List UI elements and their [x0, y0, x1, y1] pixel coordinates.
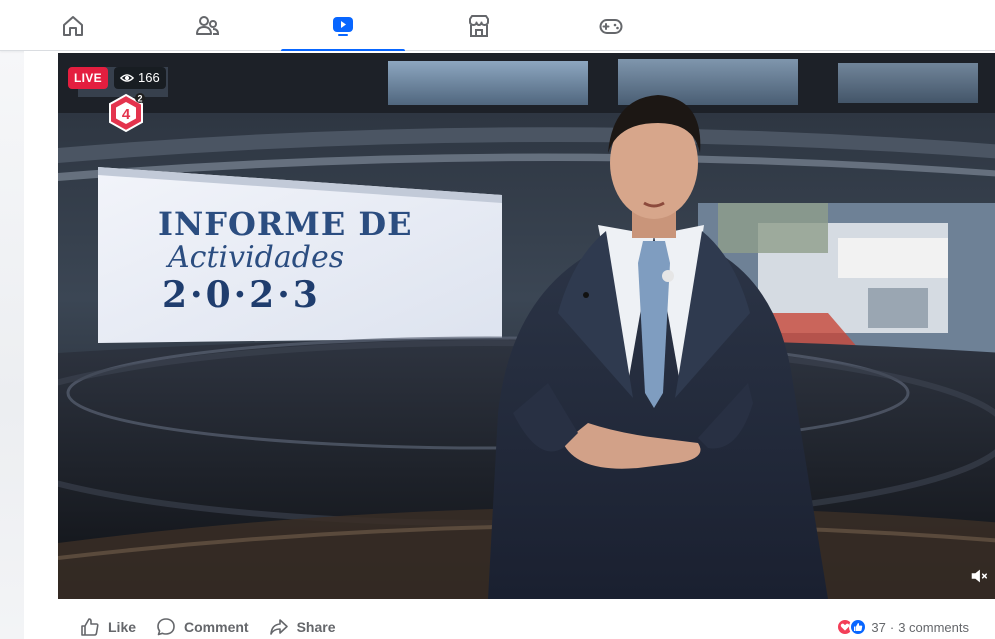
post-actions: Like Comment Share	[80, 614, 336, 639]
channel-logo-number: 4	[122, 106, 131, 123]
tab-gaming[interactable]	[549, 0, 673, 51]
gaming-icon	[599, 18, 623, 34]
home-icon	[63, 15, 83, 36]
comments-count-link[interactable]: 3 comments	[898, 620, 969, 635]
viewer-count-value: 166	[138, 70, 160, 85]
top-navigation	[0, 0, 995, 52]
viewer-count: 166	[114, 67, 166, 89]
tab-home[interactable]	[11, 0, 135, 51]
reaction-count: 37	[871, 619, 886, 635]
friends-icon	[196, 15, 220, 35]
screen-year-text: 2·0·2·3	[162, 274, 321, 316]
speaker-muted-icon	[971, 569, 987, 583]
tab-video[interactable]	[281, 0, 405, 52]
tab-friends[interactable]	[145, 0, 269, 51]
like-button[interactable]: Like	[80, 617, 136, 637]
screen-title-text: INFORME DE	[158, 205, 413, 243]
video-icon	[333, 16, 353, 36]
mute-button[interactable]	[968, 565, 990, 587]
channel-logo: 4 2	[109, 93, 145, 133]
comment-button[interactable]: Comment	[156, 617, 249, 637]
share-label: Share	[296, 619, 336, 635]
comment-icon	[157, 618, 175, 636]
video-player[interactable]: INFORME DE Actividades 2·0·2·3 LIVE 166 …	[58, 53, 995, 599]
reaction-icons	[836, 618, 868, 636]
video-post: INFORME DE Actividades 2·0·2·3 LIVE 166 …	[24, 51, 995, 639]
screen-script-text: Actividades	[165, 240, 344, 275]
channel-logo-subscript: 2	[137, 94, 142, 104]
comment-label: Comment	[184, 619, 249, 635]
reaction-separator: ·	[889, 619, 895, 635]
video-frame: INFORME DE Actividades 2·0·2·3	[58, 53, 995, 599]
like-label: Like	[108, 619, 137, 635]
tab-marketplace[interactable]	[417, 0, 541, 51]
like-icon	[81, 618, 99, 636]
eye-icon	[120, 74, 134, 82]
like-reaction-icon	[849, 618, 868, 636]
share-button[interactable]: Share	[269, 617, 336, 637]
reaction-summary[interactable]: 37 · 3 comments	[836, 615, 969, 639]
live-badge: LIVE	[68, 67, 108, 89]
share-icon	[269, 619, 288, 635]
marketplace-icon	[469, 14, 489, 37]
